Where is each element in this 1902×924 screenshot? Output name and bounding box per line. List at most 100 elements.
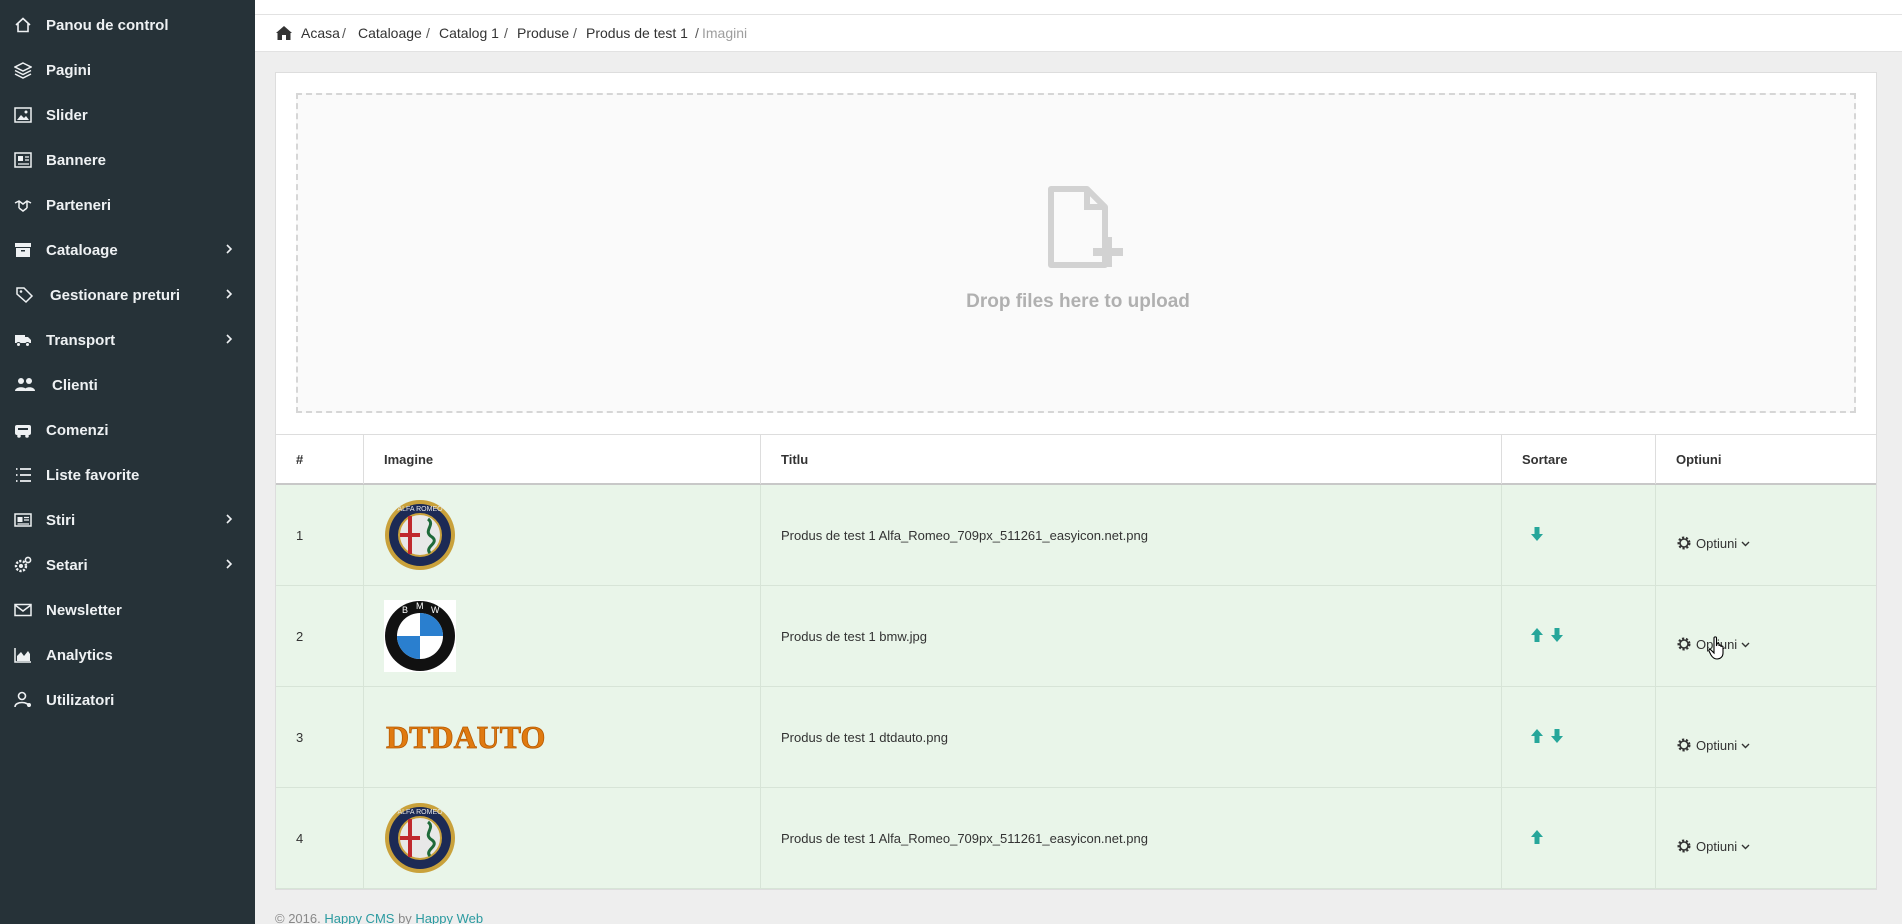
- breadcrumb-separator: /: [695, 25, 699, 41]
- cogs-icon: [14, 556, 32, 574]
- sidebar-item-label: Stiri: [46, 512, 76, 529]
- sidebar-item-label: Panou de control: [46, 17, 169, 34]
- column-header-image: Imagine: [364, 435, 761, 484]
- arrow-up-icon[interactable]: [1530, 728, 1544, 744]
- sidebar-item-transport[interactable]: Transport: [0, 318, 255, 362]
- chevron-right-icon: [226, 514, 233, 524]
- breadcrumb-separator: /: [504, 25, 508, 41]
- dtdauto-logo-text: DTDAUTO: [386, 719, 545, 755]
- bmw-letter: M: [416, 601, 424, 611]
- gear-icon: [1677, 536, 1691, 550]
- sidebar-item-gestionare-preturi[interactable]: Gestionare preturi: [0, 273, 255, 317]
- table-row: 2 B M W Produs de test 1 bmw.jpg Optiuni: [276, 586, 1876, 687]
- row-number: 1: [296, 528, 304, 543]
- arrow-down-icon[interactable]: [1550, 627, 1564, 643]
- layers-icon: [14, 61, 32, 79]
- images-panel: Drop files here to upload # Imagine Titl…: [275, 72, 1877, 890]
- sidebar: Panou de control Pagini Slider Bannere P…: [0, 0, 255, 924]
- upload-dropzone[interactable]: Drop files here to upload: [296, 93, 1856, 413]
- users-icon: [14, 376, 36, 394]
- table-row: 3 DTDAUTO Produs de test 1 dtdauto.png O…: [276, 687, 1876, 788]
- breadcrumb: Acasa / Cataloage / Catalog 1 / Produse …: [255, 15, 1902, 52]
- sidebar-item-label: Bannere: [46, 152, 107, 169]
- dtdauto-thumbnail[interactable]: DTDAUTO: [384, 717, 554, 757]
- table-header: # Imagine Titlu Sortare Optiuni: [276, 434, 1876, 485]
- column-header-title: Titlu: [761, 435, 1502, 484]
- breadcrumb-link-produs[interactable]: Produs de test 1: [586, 25, 688, 41]
- sidebar-item-comenzi[interactable]: Comenzi: [0, 408, 255, 452]
- sidebar-item-label: Liste favorite: [46, 467, 140, 484]
- area-chart-icon: [14, 646, 32, 664]
- sidebar-item-label: Newsletter: [46, 602, 122, 619]
- table-row: 4 ALFA ROMEO Produs de test 1 Alfa_Romeo…: [276, 788, 1876, 889]
- row-title: Produs de test 1 bmw.jpg: [781, 629, 927, 644]
- footer: © 2016. Happy CMS by Happy Web: [275, 911, 483, 924]
- sidebar-item-label: Setari: [46, 557, 88, 574]
- bmw-letter: W: [431, 605, 440, 615]
- chevron-right-icon: [226, 289, 233, 299]
- column-header-sort: Sortare: [1502, 435, 1656, 484]
- sidebar-item-parteneri[interactable]: Parteneri: [0, 183, 255, 227]
- alfa-romeo-thumbnail[interactable]: ALFA ROMEO: [384, 802, 456, 874]
- archive-icon: [14, 241, 32, 259]
- home-outline-icon: [14, 16, 32, 34]
- row-number: 4: [296, 831, 304, 846]
- sidebar-item-panou-de-control[interactable]: Panou de control: [0, 3, 255, 47]
- arrow-up-icon[interactable]: [1530, 829, 1544, 845]
- sidebar-item-label: Parteneri: [46, 197, 112, 214]
- breadcrumb-link-catalog-1[interactable]: Catalog 1: [439, 25, 499, 41]
- sidebar-item-clienti[interactable]: Clienti: [0, 363, 255, 407]
- row-title: Produs de test 1 Alfa_Romeo_709px_511261…: [781, 528, 1148, 543]
- options-dropdown[interactable]: Optiuni: [1676, 737, 1750, 753]
- sidebar-item-liste-favorite[interactable]: Liste favorite: [0, 453, 255, 497]
- hand-cursor-icon: [1708, 636, 1724, 660]
- arrow-up-icon[interactable]: [1530, 627, 1544, 643]
- sidebar-item-label: Pagini: [46, 62, 92, 79]
- arrow-down-icon[interactable]: [1530, 526, 1544, 542]
- sidebar-item-label: Comenzi: [46, 422, 109, 439]
- options-dropdown[interactable]: Optiuni: [1676, 535, 1750, 551]
- tags-icon: [16, 286, 34, 304]
- row-number: 3: [296, 730, 304, 745]
- chevron-down-icon: [1741, 743, 1750, 748]
- footer-link-company[interactable]: Happy Web: [415, 911, 483, 924]
- sidebar-item-utilizatori[interactable]: Utilizatori: [0, 678, 255, 722]
- dropzone-text: Drop files here to upload: [966, 291, 1190, 312]
- chevron-down-icon: [1741, 844, 1750, 849]
- sidebar-item-setari[interactable]: Setari: [0, 543, 255, 587]
- footer-link-cms[interactable]: Happy CMS: [324, 911, 394, 924]
- news-icon: [14, 511, 32, 529]
- breadcrumb-separator: /: [426, 25, 430, 41]
- breadcrumb-link-produse[interactable]: Produse: [517, 25, 569, 41]
- chevron-down-icon: [1741, 541, 1750, 546]
- breadcrumb-link-cataloage[interactable]: Cataloage: [358, 25, 422, 41]
- user-icon: [14, 691, 32, 709]
- cart-icon: [14, 421, 32, 439]
- chevron-right-icon: [226, 244, 233, 254]
- partners-icon: [14, 196, 32, 214]
- sidebar-item-analytics[interactable]: Analytics: [0, 633, 255, 677]
- sidebar-item-slider[interactable]: Slider: [0, 93, 255, 137]
- sidebar-item-pagini[interactable]: Pagini: [0, 48, 255, 92]
- alfa-romeo-logo-text: ALFA ROMEO: [397, 506, 443, 513]
- sidebar-item-bannere[interactable]: Bannere: [0, 138, 255, 182]
- sidebar-item-label: Gestionare preturi: [50, 287, 181, 304]
- sidebar-item-newsletter[interactable]: Newsletter: [0, 588, 255, 632]
- envelope-icon: [14, 601, 32, 619]
- truck-icon: [14, 331, 32, 349]
- sidebar-item-label: Transport: [46, 332, 116, 349]
- arrow-down-icon[interactable]: [1550, 728, 1564, 744]
- gear-icon: [1677, 637, 1691, 651]
- footer-copyright: © 2016.: [275, 911, 321, 924]
- options-dropdown[interactable]: Optiuni: [1676, 838, 1750, 854]
- sidebar-item-cataloage[interactable]: Cataloage: [0, 228, 255, 272]
- breadcrumb-link-acasa[interactable]: Acasa: [301, 25, 340, 41]
- home-icon[interactable]: [275, 24, 293, 42]
- bmw-thumbnail[interactable]: B M W: [384, 600, 456, 672]
- list-icon: [14, 466, 32, 484]
- row-title: Produs de test 1 dtdauto.png: [781, 730, 948, 745]
- alfa-romeo-thumbnail[interactable]: ALFA ROMEO: [384, 499, 456, 571]
- file-add-icon: [1048, 186, 1123, 268]
- sidebar-item-stiri[interactable]: Stiri: [0, 498, 255, 542]
- options-label: Optiuni: [1696, 535, 1738, 551]
